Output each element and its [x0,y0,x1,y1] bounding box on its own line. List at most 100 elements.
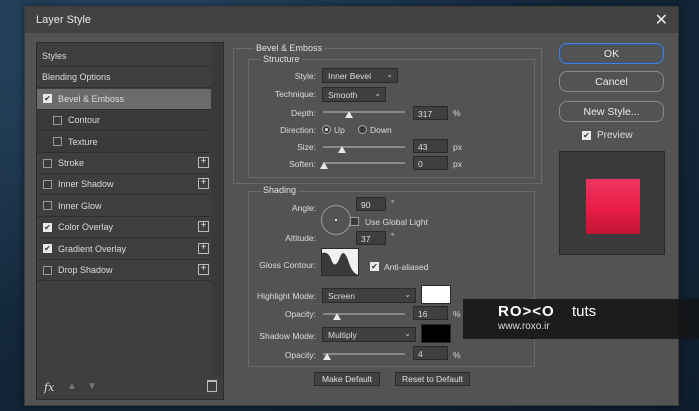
add-icon[interactable]: + [198,264,209,275]
move-up-icon[interactable]: ▲ [67,381,77,392]
soften-slider[interactable] [323,162,405,164]
soften-input[interactable]: 0 [413,156,448,170]
shadow-opacity-input[interactable]: 4 [413,346,448,360]
highlight-mode-label: Highlight Mode: [256,291,316,301]
style-item-blending-options[interactable]: Blending Options [37,67,211,89]
shadow-opacity-slider[interactable] [323,353,405,355]
technique-label: Technique: [274,89,316,99]
layer-style-dialog: Layer Style ✕ Styles Blending Options Beve… [24,6,679,406]
move-down-icon[interactable]: ▼ [87,381,97,392]
style-item-drop-shadow[interactable]: Drop Shadow + [37,260,211,281]
style-item-label: Color Overlay [58,222,114,233]
fx-icon[interactable]: fx [44,381,54,394]
style-item-stroke[interactable]: Stroke + [37,153,211,174]
style-item-label: Stroke [58,158,85,168]
cancel-button[interactable]: Cancel [559,71,664,92]
style-checkbox[interactable] [43,222,52,232]
scrollbar[interactable] [211,43,222,378]
preview-checkbox[interactable] [582,131,591,140]
highlight-mode-select[interactable]: Screen ⌄ [322,288,416,303]
ok-button[interactable]: OK [559,43,664,64]
style-value: Inner Bevel [328,71,371,81]
direction-up-radio[interactable] [322,125,331,134]
shadow-opacity-slider-thumb[interactable] [323,353,331,360]
style-checkbox[interactable] [53,137,62,147]
reset-default-button[interactable]: Reset to Default [395,372,470,386]
highlight-opacity-input[interactable]: 16 [413,306,448,320]
add-icon[interactable]: + [198,242,209,254]
style-item-inner-shadow[interactable]: Inner Shadow + [37,174,211,196]
shadow-mode-label: Shadow Mode: [259,331,316,341]
preview-swatch [586,179,640,234]
make-default-button[interactable]: Make Default [314,372,380,386]
style-checkbox[interactable] [43,179,52,189]
depth-input[interactable]: 317 [413,106,448,120]
watermark-url: www.roxo.ir [498,321,550,332]
styles-list: Styles Blending Options Bevel & Emboss Cont… [36,42,224,400]
watermark-tuts: tuts [572,303,597,320]
style-checkbox[interactable] [43,158,52,168]
style-checkbox[interactable] [43,244,52,254]
depth-slider[interactable] [323,111,405,113]
style-item-gradient-overlay[interactable]: Gradient Overlay + [37,239,211,260]
style-item-contour[interactable]: Contour [37,110,211,132]
chevron-down-icon[interactable]: ⌄ [353,258,360,267]
style-item-bevel-emboss[interactable]: Bevel & Emboss [37,88,211,110]
anti-aliased-label: Anti-aliased [384,262,429,272]
angle-unit: ° [391,198,395,208]
preview-thumbnail [559,151,665,255]
size-slider-thumb[interactable] [338,146,346,153]
style-select[interactable]: Inner Bevel ⌄ [322,68,398,83]
global-light-checkbox[interactable] [350,217,359,226]
style-item-styles[interactable]: Styles [37,46,211,67]
add-icon[interactable]: + [198,178,209,190]
chevron-down-icon: ⌄ [374,89,381,98]
style-item-texture[interactable]: Texture [37,131,211,153]
style-item-label: Texture [68,136,98,147]
angle-input[interactable]: 90 [356,197,386,211]
chevron-down-icon: ⌄ [404,290,411,299]
anti-aliased-checkbox[interactable] [370,262,379,271]
new-style-button[interactable]: New Style... [559,101,664,122]
shading-title: Shading [261,185,299,195]
direction-down-label: Down [370,125,392,135]
styles-list-toolbar: fx ▲ ▼ [37,377,223,399]
chevron-down-icon: ⌄ [404,329,411,338]
depth-slider-thumb[interactable] [345,111,353,118]
shadow-mode-select[interactable]: Multiply ⌄ [322,327,416,342]
altitude-input[interactable]: 37 [356,231,386,245]
style-checkbox[interactable] [43,265,52,275]
depth-value: 317 [418,109,433,119]
style-item-label: Inner Shadow [58,179,114,190]
style-item-color-overlay[interactable]: Color Overlay + [37,217,211,239]
add-icon[interactable]: + [198,157,209,168]
highlight-mode-value: Screen [328,291,355,301]
style-checkbox[interactable] [43,201,52,211]
direction-down-radio[interactable] [358,125,367,134]
size-unit: px [453,142,462,152]
style-checkbox[interactable] [43,94,52,104]
direction-up-label: Up [334,125,345,135]
style-item-label: Drop Shadow [58,265,113,275]
size-label: Size: [297,142,316,152]
style-item-inner-glow[interactable]: Inner Glow [37,196,211,217]
style-item-label: Styles [42,51,67,61]
chevron-down-icon: ⌄ [386,70,393,79]
style-checkbox[interactable] [53,115,62,125]
highlight-color-swatch[interactable] [421,285,451,304]
soften-slider-thumb[interactable] [320,162,328,169]
highlight-opacity-slider-thumb[interactable] [333,313,341,320]
style-item-label: Blending Options [42,72,111,83]
size-input[interactable]: 43 [413,139,448,153]
size-slider[interactable] [323,146,405,148]
altitude-unit: ° [391,231,395,241]
trash-icon[interactable] [207,380,217,392]
highlight-opacity-label: Opacity: [284,309,316,319]
shadow-color-swatch[interactable] [421,324,451,343]
angle-dial[interactable] [321,205,351,235]
dialog-title: Layer Style [36,14,92,26]
technique-select[interactable]: Smooth ⌄ [322,87,386,102]
add-icon[interactable]: + [198,221,209,233]
close-icon[interactable]: ✕ [655,10,668,30]
soften-unit: px [453,159,462,169]
